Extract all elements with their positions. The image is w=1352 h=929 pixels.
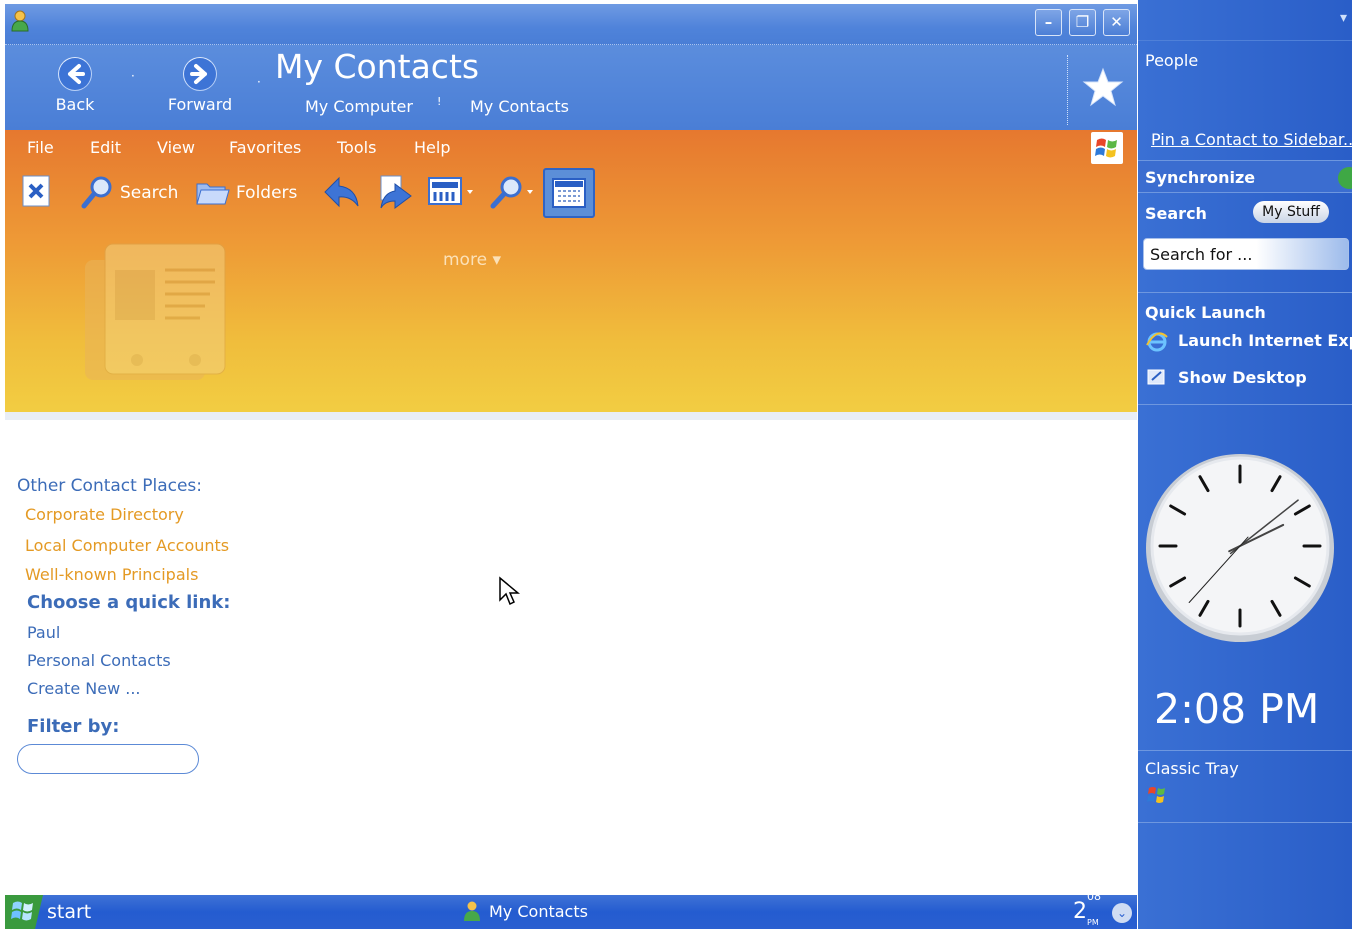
other-places-heading: Other Contact Places: xyxy=(17,476,202,496)
quick-link-create-new[interactable]: Create New ... xyxy=(27,679,141,698)
analog-clock xyxy=(1146,454,1334,642)
folders-icon xyxy=(196,183,230,205)
search-label: Search xyxy=(120,183,179,203)
breadcrumb-my-computer[interactable]: My Computer xyxy=(305,97,413,116)
search-icon xyxy=(81,176,112,209)
search-button[interactable]: Search xyxy=(79,170,179,214)
menu-view[interactable]: View xyxy=(157,138,195,157)
forward-mail-icon xyxy=(380,175,412,209)
quick-launch-show-desktop[interactable]: Show Desktop xyxy=(1178,368,1307,387)
title-bar[interactable]: – ❐ ✕ xyxy=(5,4,1137,44)
search-scope-button[interactable]: My Stuff xyxy=(1253,201,1329,223)
start-logo-icon[interactable] xyxy=(5,895,43,929)
back-arrow-icon xyxy=(58,57,92,91)
tray-hour: 2 xyxy=(1073,899,1087,924)
windows-flag-icon xyxy=(1091,132,1123,164)
restore-button[interactable]: ❐ xyxy=(1069,9,1096,36)
nav-divider xyxy=(1067,55,1068,125)
sync-icon xyxy=(1338,167,1352,189)
view-grid-icon xyxy=(428,177,473,205)
digital-clock-time: 2:08 PM xyxy=(1154,685,1320,733)
mouse-cursor-icon xyxy=(499,576,520,606)
more-button[interactable]: more ▾ xyxy=(443,250,501,270)
favorite-star-icon[interactable] xyxy=(1081,65,1125,109)
back-label: Back xyxy=(55,95,95,114)
reply-icon xyxy=(324,176,359,208)
close-button[interactable]: ✕ xyxy=(1103,9,1130,36)
contact-app-icon xyxy=(464,901,480,921)
back-button[interactable]: Back xyxy=(55,57,95,114)
internet-explorer-icon xyxy=(1146,332,1168,352)
sidebar-classic-tray-section: Classic Tray xyxy=(1138,750,1352,820)
messenger-tray-icon[interactable] xyxy=(1146,784,1168,806)
search-title: Search xyxy=(1145,204,1207,223)
start-button[interactable]: start xyxy=(47,901,91,923)
synchronize-title: Synchronize xyxy=(1145,168,1256,187)
link-local-computer-accounts[interactable]: Local Computer Accounts xyxy=(25,536,229,555)
taskbar-item-my-contacts[interactable]: My Contacts xyxy=(463,901,588,921)
quick-launch-internet-explorer[interactable]: Launch Internet Explorer xyxy=(1178,331,1352,350)
sidebar-empty-section xyxy=(1138,822,1352,929)
command-area: File Edit View Favorites Tools Help Sear… xyxy=(5,130,1137,412)
menu-help[interactable]: Help xyxy=(414,138,450,157)
contact-app-icon xyxy=(11,10,29,32)
filter-input[interactable] xyxy=(17,744,199,774)
taskbar-item-label: My Contacts xyxy=(489,902,588,921)
delete-contact-button[interactable] xyxy=(21,170,55,214)
find-button[interactable] xyxy=(487,170,537,214)
pin-contact-link[interactable]: Pin a Contact to Sidebar... xyxy=(1151,130,1352,149)
link-corporate-directory[interactable]: Corporate Directory xyxy=(25,505,184,524)
sidebar-search-input[interactable]: Search for ... xyxy=(1143,238,1349,270)
forward-label: Forward xyxy=(167,95,233,114)
tray-minutes: 08 xyxy=(1087,889,1101,903)
quick-launch-title: Quick Launch xyxy=(1145,303,1266,322)
reply-button[interactable] xyxy=(323,170,363,214)
navigation-bar: Back · Forward · My Contacts My Computer… xyxy=(5,44,1137,130)
quick-link-heading: Choose a quick link: xyxy=(27,592,231,613)
contacts-window: – ❐ ✕ Back · Forward · My Contacts My Co… xyxy=(5,4,1137,895)
forward-arrow-icon xyxy=(183,57,217,91)
menu-tools[interactable]: Tools xyxy=(337,138,376,157)
nav-dot: · xyxy=(257,75,261,89)
forward-button[interactable]: Forward xyxy=(165,57,235,114)
contacts-content: Other Contact Places: Corporate Director… xyxy=(5,420,1137,895)
delete-contact-icon xyxy=(22,175,50,207)
menu-edit[interactable]: Edit xyxy=(90,138,121,157)
show-desktop-icon xyxy=(1147,369,1165,385)
menu-file[interactable]: File xyxy=(27,138,54,157)
view-options-button[interactable] xyxy=(427,170,477,214)
taskbar: start My Contacts 208 PM ⌄ xyxy=(5,890,1137,929)
more-label: more xyxy=(443,250,488,270)
forward-contact-button[interactable] xyxy=(377,170,419,214)
classic-tray-title: Classic Tray xyxy=(1145,759,1239,778)
quick-link-personal-contacts[interactable]: Personal Contacts xyxy=(27,651,171,670)
folders-button[interactable]: Folders xyxy=(195,170,298,214)
tray-clock[interactable]: 208 PM xyxy=(1073,890,1113,928)
find-icon xyxy=(490,176,533,209)
sidebar-synchronize-section[interactable]: Synchronize xyxy=(1138,160,1352,192)
command-area-edge xyxy=(5,412,1137,420)
contact-folder-illustration xyxy=(85,243,226,380)
sidebar-menu-icon[interactable]: ▾ xyxy=(1340,10,1347,26)
link-well-known-principals[interactable]: Well-known Principals xyxy=(25,565,198,584)
filter-heading: Filter by: xyxy=(27,716,120,737)
tray-ampm: PM xyxy=(1087,918,1099,928)
folders-label: Folders xyxy=(236,183,298,203)
page-title: My Contacts xyxy=(275,47,480,86)
breadcrumb-my-contacts[interactable]: My Contacts xyxy=(470,97,569,116)
menu-favorites[interactable]: Favorites xyxy=(229,138,301,157)
sidebar: ▾ People Pin a Contact to Sidebar... Syn… xyxy=(1138,0,1352,929)
tray-expand-icon[interactable]: ⌄ xyxy=(1112,903,1132,923)
nav-dot: · xyxy=(131,69,135,83)
calendar-view-button[interactable] xyxy=(543,168,595,218)
minimize-button[interactable]: – xyxy=(1035,9,1062,36)
people-title: People xyxy=(1145,51,1199,70)
quick-link-paul[interactable]: Paul xyxy=(27,623,60,642)
calendar-icon xyxy=(552,178,586,208)
breadcrumb-separator: ! xyxy=(437,95,442,108)
